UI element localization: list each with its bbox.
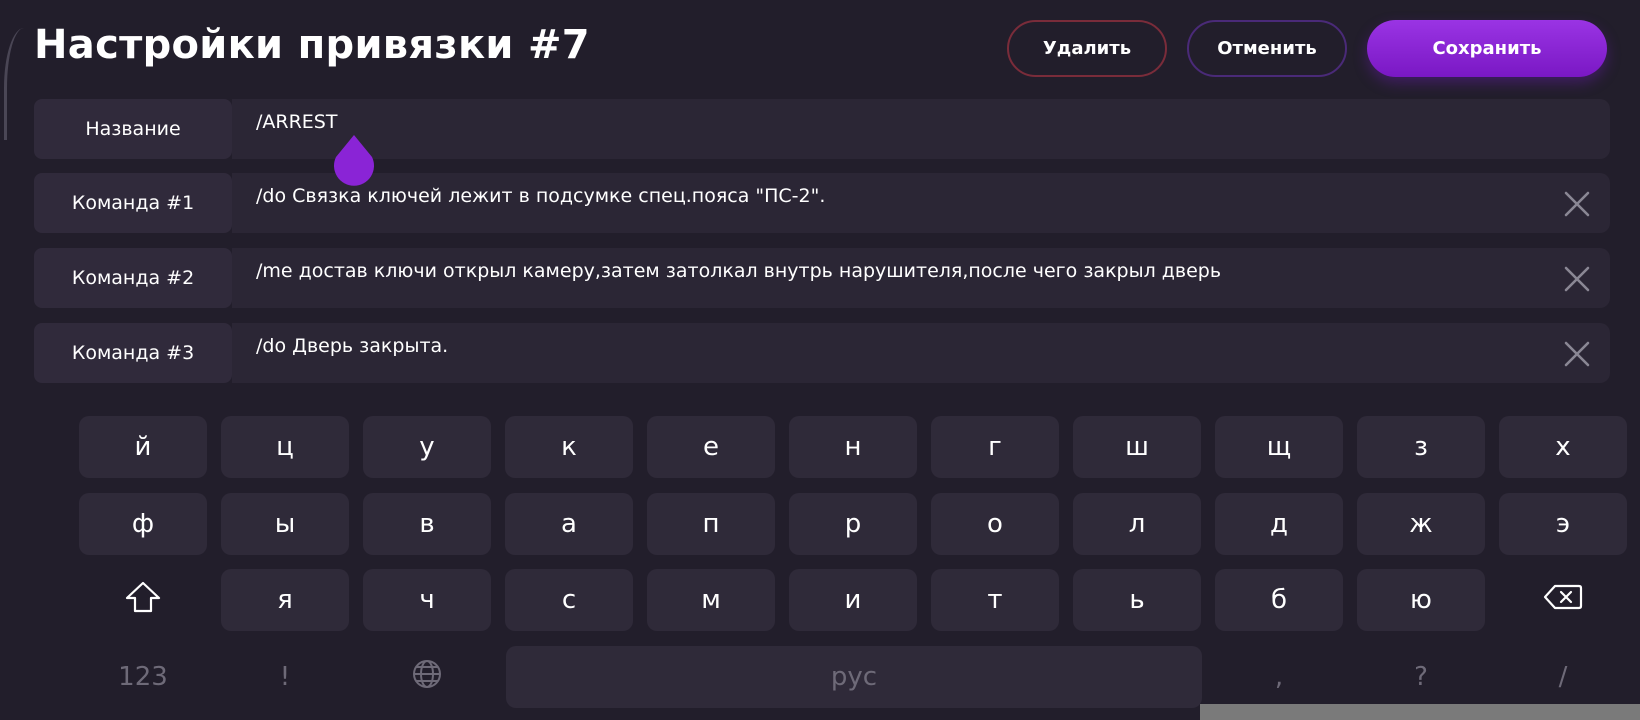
key[interactable]: ш xyxy=(1073,416,1201,478)
edge-decoration xyxy=(4,28,24,140)
cancel-button[interactable]: Отменить xyxy=(1187,20,1347,77)
language-key[interactable] xyxy=(363,646,491,708)
key[interactable]: л xyxy=(1073,493,1201,555)
key[interactable]: у xyxy=(363,416,491,478)
command-row-2: Команда #2 /me достав ключи открыл камер… xyxy=(34,248,1610,308)
bind-settings-screen: Настройки привязки #7 Удалить Отменить С… xyxy=(0,0,1640,720)
command-2-field[interactable]: /me достав ключи открыл камеру,затем зат… xyxy=(232,248,1610,308)
bottom-overlay-strip xyxy=(1200,704,1640,720)
space-key[interactable]: рус xyxy=(506,646,1202,708)
delete-button[interactable]: Удалить xyxy=(1007,20,1167,77)
exclamation-key[interactable]: ! xyxy=(221,646,349,708)
shift-key[interactable] xyxy=(79,569,207,631)
key[interactable]: в xyxy=(363,493,491,555)
key[interactable]: к xyxy=(505,416,633,478)
name-label: Название xyxy=(34,99,232,159)
command-3-label: Команда #3 xyxy=(34,323,232,383)
shift-icon xyxy=(124,580,162,621)
key[interactable]: м xyxy=(647,569,775,631)
command-3-field[interactable]: /do Дверь закрыта. xyxy=(232,323,1610,383)
page-title: Настройки привязки #7 xyxy=(34,22,590,68)
backspace-key[interactable] xyxy=(1499,569,1627,631)
key[interactable]: э xyxy=(1499,493,1627,555)
key[interactable]: х xyxy=(1499,416,1627,478)
key[interactable]: с xyxy=(505,569,633,631)
key[interactable]: ы xyxy=(221,493,349,555)
command-1-field[interactable]: /do Связка ключей лежит в подсумке спец.… xyxy=(232,173,1610,233)
globe-icon xyxy=(412,659,442,696)
save-button[interactable]: Сохранить xyxy=(1367,20,1607,77)
command-row-1: Команда #1 /do Связка ключей лежит в под… xyxy=(34,173,1610,233)
command-2-label: Команда #2 xyxy=(34,248,232,308)
key[interactable]: ч xyxy=(363,569,491,631)
key[interactable]: и xyxy=(789,569,917,631)
command-2-value: /me достав ключи открыл камеру,затем зат… xyxy=(256,260,1222,282)
key[interactable]: ф xyxy=(79,493,207,555)
comma-key[interactable]: , xyxy=(1215,646,1343,708)
command-row-3: Команда #3 /do Дверь закрыта. xyxy=(34,323,1610,383)
command-3-value: /do Дверь закрыта. xyxy=(256,335,449,357)
key[interactable]: щ xyxy=(1215,416,1343,478)
close-icon[interactable] xyxy=(1564,191,1590,217)
key[interactable]: б xyxy=(1215,569,1343,631)
question-key[interactable]: ? xyxy=(1357,646,1485,708)
key[interactable]: а xyxy=(505,493,633,555)
name-field[interactable]: /ARREST xyxy=(232,99,1610,159)
key[interactable]: ж xyxy=(1357,493,1485,555)
key[interactable]: п xyxy=(647,493,775,555)
close-icon[interactable] xyxy=(1564,266,1590,292)
key[interactable]: н xyxy=(789,416,917,478)
key[interactable]: о xyxy=(931,493,1059,555)
name-value: /ARREST xyxy=(256,111,338,133)
key[interactable]: й xyxy=(79,416,207,478)
backspace-icon xyxy=(1543,583,1583,618)
key[interactable]: ь xyxy=(1073,569,1201,631)
key[interactable]: з xyxy=(1357,416,1485,478)
key[interactable]: г xyxy=(931,416,1059,478)
command-1-label: Команда #1 xyxy=(34,173,232,233)
key[interactable]: т xyxy=(931,569,1059,631)
name-row: Название /ARREST xyxy=(34,99,1610,159)
key[interactable]: я xyxy=(221,569,349,631)
key[interactable]: ю xyxy=(1357,569,1485,631)
close-icon[interactable] xyxy=(1564,341,1590,367)
slash-key[interactable]: / xyxy=(1499,646,1627,708)
key[interactable]: д xyxy=(1215,493,1343,555)
text-cursor-handle-icon[interactable] xyxy=(332,135,376,189)
key[interactable]: р xyxy=(789,493,917,555)
key[interactable]: е xyxy=(647,416,775,478)
numbers-key[interactable]: 123 xyxy=(79,646,207,708)
key[interactable]: ц xyxy=(221,416,349,478)
